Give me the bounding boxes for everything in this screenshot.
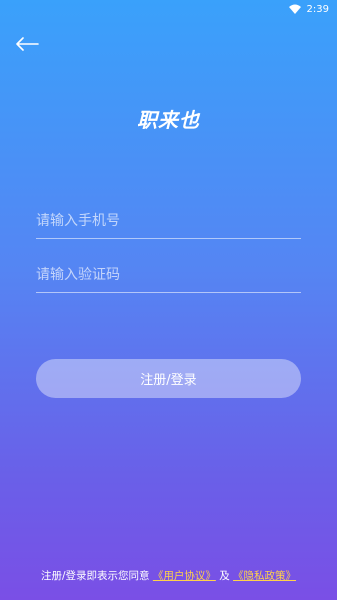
login-screen: 2:39 职来也 注册/登录 注册/登录即表示您同意 《用户协议》 及 《隐私政… — [0, 0, 337, 600]
phone-field — [36, 204, 301, 239]
status-bar: 2:39 — [0, 0, 337, 18]
agreement-prefix: 注册/登录即表示您同意 — [40, 570, 150, 582]
privacy-policy-link[interactable]: 《隐私政策》 — [233, 570, 296, 582]
status-time: 2:39 — [306, 3, 329, 15]
wifi-icon — [288, 4, 301, 14]
app-title: 职来也 — [137, 108, 200, 132]
code-field — [36, 258, 301, 293]
phone-input[interactable] — [36, 204, 301, 238]
arrow-left-icon — [15, 36, 39, 55]
user-agreement-link[interactable]: 《用户协议》 — [153, 570, 216, 582]
agreement-text: 注册/登录即表示您同意 《用户协议》 及 《隐私政策》 — [0, 568, 337, 583]
register-login-button[interactable]: 注册/登录 — [36, 359, 301, 398]
back-button[interactable] — [12, 34, 42, 56]
agreement-conjunction: 及 — [219, 570, 230, 582]
verification-code-input[interactable] — [36, 258, 301, 292]
